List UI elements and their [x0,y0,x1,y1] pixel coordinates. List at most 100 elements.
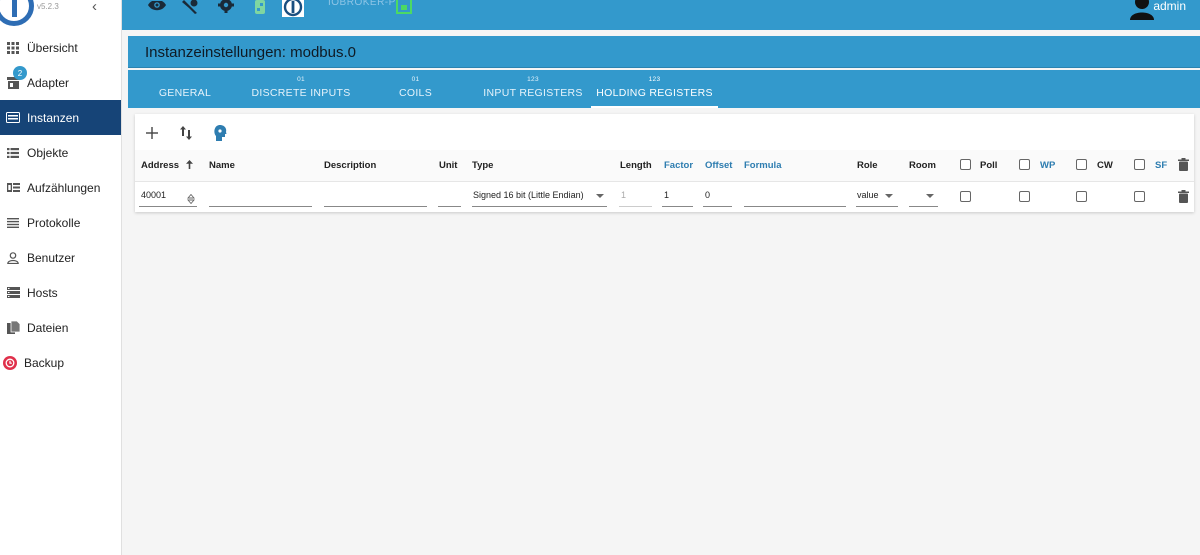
tab-input-registers[interactable]: 123 INPUT REGISTERS [478,70,588,108]
unit-underline [438,206,461,207]
tab-general[interactable]: GENERAL [146,70,224,108]
col-header-name: Name [209,160,235,171]
col-header-sf[interactable]: SF [1155,160,1167,171]
delete-row-trash-icon[interactable] [1178,190,1189,208]
sidebar-item-dateien[interactable]: Dateien [0,310,121,345]
backup-icon [3,355,17,370]
tab-sub-label [146,76,224,84]
col-header-label: Address [141,160,180,171]
col-header-type: Type [472,160,494,171]
tab-bar: GENERAL 01 DISCRETE INPUTS 01 COILS 123 … [128,70,1200,108]
host-name-label: IOBROKER-PI [328,0,400,8]
type-select[interactable]: Signed 16 bit (Little Endian) [473,190,584,200]
col-header-factor[interactable]: Factor [664,160,693,171]
page-title-bar: Instanzeinstellungen: modbus.0 [128,36,1200,68]
room-dropdown-caret-icon[interactable] [926,194,934,198]
tab-holding-registers[interactable]: 123 HOLDING REGISTERS [591,70,718,108]
enum-icon [6,181,20,195]
head-import-icon[interactable] [211,124,229,142]
col-header-offset[interactable]: Offset [705,160,732,171]
sidebar-item-objekte[interactable]: Objekte [0,135,121,170]
offset-input[interactable]: 0 [705,190,710,200]
col-header-formula[interactable]: Formula [744,160,781,171]
top-bar: IOBROKER-PI admin [122,0,1200,30]
wrench-icon[interactable] [182,0,198,14]
sidebar-item-protokolle[interactable]: Protokolle [0,205,121,240]
length-input[interactable]: 1 [621,190,626,200]
col-header-description: Description [324,160,377,171]
col-header-wp[interactable]: WP [1040,160,1055,171]
tab-sub-label: 123 [648,76,661,83]
select-all-cw-checkbox[interactable] [1076,159,1087,170]
tab-discrete-inputs[interactable]: 01 DISCRETE INPUTS [246,70,356,108]
poll-checkbox[interactable] [960,191,971,202]
user-avatar-icon[interactable] [1129,0,1155,20]
offset-underline [703,206,732,207]
add-icon[interactable] [143,124,161,142]
tab-label: COILS [398,87,432,99]
tab-sub-label: 123 [527,76,539,83]
col-header-role: Role [857,160,878,171]
address-input[interactable]: 40001 [141,190,166,200]
user-icon [6,251,20,265]
tab-sub-label: 01 [411,76,420,83]
sidebar-item-benutzer[interactable]: Benutzer [0,240,121,275]
sidebar-item-label: Adapter [27,75,70,90]
iobroker-host-icon[interactable] [282,0,304,17]
sort-asc-arrow-icon [185,160,193,169]
tab-coils[interactable]: 01 COILS [383,70,448,108]
sidebar-item-label: Instanzen [27,110,80,125]
gear-icon[interactable] [218,0,234,14]
logo-area: v5.2.3 ‹ [0,0,121,30]
factor-input[interactable]: 1 [664,190,669,200]
eye-icon[interactable] [148,0,166,14]
tab-label: DISCRETE INPUTS [251,87,351,99]
files-icon [6,320,20,335]
sidebar-item-adapter[interactable]: 2 Adapter [0,65,121,100]
cw-checkbox[interactable] [1076,191,1087,202]
sidebar-item-instanzen[interactable]: Instanzen [0,100,121,135]
col-header-poll: Poll [980,160,998,171]
registers-table-card: Address Name Description Unit Type Lengt… [135,114,1194,212]
delete-all-trash-icon[interactable] [1178,158,1189,176]
sidebar-item-label: Benutzer [27,250,76,265]
type-dropdown-caret-icon[interactable] [596,194,604,198]
sidebar-item-label: Hosts [27,285,58,300]
tab-label: GENERAL [158,87,212,99]
tab-sub-label: 01 [297,76,305,83]
col-header-room: Room [909,160,936,171]
collapse-chevron-icon[interactable]: ‹ [92,0,97,15]
page-title: Instanzeinstellungen: modbus.0 [145,44,356,61]
wp-checkbox[interactable] [1019,191,1030,202]
col-header-length: Length [620,160,652,171]
role-select[interactable]: value [857,190,879,200]
sidebar-item-label: Aufzählungen [27,180,101,195]
type-underline [472,206,607,207]
length-underline [619,206,652,207]
select-all-wp-checkbox[interactable] [1019,159,1030,170]
sidebar-item-label: Objekte [27,145,69,160]
tab-label: HOLDING REGISTERS [596,87,713,99]
sidebar-item-backup[interactable]: Backup [0,345,121,380]
user-name[interactable]: admin [1153,0,1186,13]
select-all-sf-checkbox[interactable] [1134,159,1145,170]
col-header-address[interactable]: Address [141,160,194,171]
col-header-cw: CW [1097,160,1113,171]
room-underline [909,206,938,207]
iobroker-logo [0,0,34,26]
sort-arrows-icon[interactable] [177,124,195,142]
sf-checkbox[interactable] [1134,191,1145,202]
status-indicator-icon[interactable] [396,0,412,14]
sidebar-item-hosts[interactable]: Hosts [0,275,121,310]
formula-underline [744,206,846,207]
role-underline [856,206,898,207]
version-label: v5.2.3 [37,2,59,11]
adapter-update-badge: 2 [13,66,27,80]
select-all-poll-checkbox[interactable] [960,159,971,170]
role-dropdown-caret-icon[interactable] [885,194,893,198]
address-underline [139,206,197,207]
sidebar-item-uebersicht[interactable]: Übersicht [0,30,121,65]
description-underline [324,206,427,207]
plugin-icon[interactable] [254,0,266,14]
sidebar-item-aufzaehlungen[interactable]: Aufzählungen [0,170,121,205]
